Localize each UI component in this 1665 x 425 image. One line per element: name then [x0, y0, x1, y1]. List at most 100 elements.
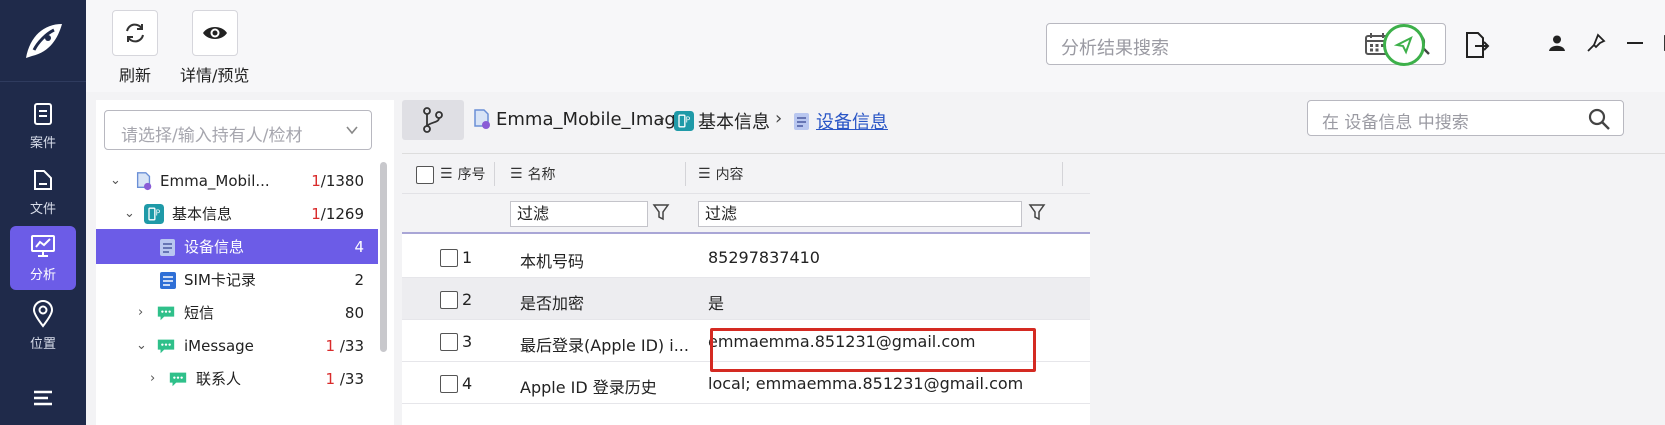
tree-item-emma-mobile[interactable]: ⌄ Emma_Mobil... 1/1380	[96, 163, 378, 198]
chevron-down-icon[interactable]: ⌄	[124, 206, 135, 221]
row-index: 3	[462, 332, 473, 351]
search-placeholder: 分析结果搜索	[1061, 38, 1169, 59]
list-icon	[34, 390, 52, 406]
device-info-icon	[160, 238, 175, 256]
chevron-down-icon	[346, 126, 358, 135]
phone-image-icon	[474, 109, 490, 129]
search-icon[interactable]	[1587, 107, 1611, 131]
filter-funnel-icon[interactable]	[652, 203, 670, 221]
column-divider[interactable]	[685, 162, 686, 186]
row-checkbox[interactable]	[440, 333, 458, 351]
refresh-button[interactable]: 刷新	[112, 10, 158, 86]
row-index: 1	[462, 248, 473, 267]
table-row[interactable]: 1 本机号码 85297837410	[402, 236, 1090, 278]
sim-card-icon	[160, 271, 176, 289]
basic-info-icon: P	[674, 111, 694, 131]
evidence-tree-panel: 请选择/输入持有人/检材 ⌄ Emma_Mobil... 1/1380 ⌄ P …	[96, 100, 394, 425]
export-icon[interactable]	[1463, 30, 1491, 60]
row-index: 4	[462, 374, 473, 393]
row-checkbox[interactable]	[440, 291, 458, 309]
nav-item-location[interactable]: 位置	[10, 294, 76, 358]
filter-funnel-icon[interactable]	[1028, 203, 1046, 221]
send-circle-button[interactable]	[1383, 24, 1425, 66]
name-filter-input[interactable]: 过滤	[510, 201, 648, 227]
tree-count: 4	[354, 237, 364, 256]
tree-item-contacts[interactable]: › 联系人 1 /33	[96, 361, 378, 396]
tree-count: 2	[354, 270, 364, 289]
tree-label: 基本信息	[172, 205, 233, 223]
chevron-down-icon[interactable]: ⌄	[110, 173, 121, 188]
tree-label: iMessage	[184, 336, 254, 355]
nav-item-more[interactable]	[10, 366, 76, 425]
nav-item-files[interactable]: 文件	[10, 160, 76, 224]
tree-item-sms[interactable]: › 短信 80	[96, 295, 378, 330]
nav-label: 分析	[29, 268, 56, 283]
row-name: Apple ID 登录历史	[520, 378, 657, 397]
column-menu-icon: ☰	[698, 166, 711, 182]
grid-empty-area	[1090, 154, 1665, 425]
column-header-content[interactable]: ☰ 内容	[698, 164, 744, 184]
column-header-index[interactable]: ☰ 序号	[440, 164, 486, 184]
column-divider[interactable]	[494, 162, 495, 186]
section-search-placeholder: 在 设备信息 中搜索	[1322, 113, 1469, 133]
row-name: 是否加密	[520, 294, 585, 313]
column-menu-icon: ☰	[440, 166, 453, 182]
tree-item-basic-info[interactable]: ⌄ P 基本信息 1/1269	[96, 196, 378, 231]
tree-item-imessage[interactable]: ⌄ iMessage 1 /33	[96, 328, 378, 363]
refresh-label: 刷新	[118, 66, 151, 85]
select-all-checkbox[interactable]	[416, 166, 434, 184]
grid-filter-row: 过滤 过滤	[402, 194, 1090, 234]
row-checkbox[interactable]	[440, 249, 458, 267]
nav-rail: 案件 文件 分析 位置	[0, 0, 86, 425]
nav-item-cases[interactable]: 案件	[10, 94, 76, 158]
tree-label: SIM卡记录	[184, 271, 256, 289]
nav-label: 位置	[29, 337, 56, 352]
tree-count: 80	[344, 303, 364, 322]
tree-count: 1 /33	[325, 369, 364, 388]
svg-text:P: P	[156, 208, 161, 217]
column-divider[interactable]	[1062, 162, 1063, 186]
breadcrumb-item-image[interactable]: Emma_Mobile_Image	[472, 108, 687, 130]
branch-toggle-button[interactable]	[402, 100, 464, 140]
breadcrumb: Emma_Mobile_Image › P 基本信息 › 设备信息 在 设备信息…	[402, 92, 1665, 140]
row-checkbox[interactable]	[440, 375, 458, 393]
clipboard-icon	[34, 103, 52, 125]
column-menu-icon: ☰	[510, 166, 523, 182]
details-preview-label: 详情/预览	[180, 66, 250, 85]
row-content: local; emmaemma.851231@gmail.com	[708, 374, 1024, 393]
chevron-right-icon[interactable]: ›	[150, 371, 155, 386]
pin-icon[interactable]	[1586, 33, 1606, 53]
details-preview-button[interactable]: 详情/预览	[180, 10, 249, 86]
content-filter-input[interactable]: 过滤	[698, 201, 1022, 227]
holder-select-combo[interactable]: 请选择/输入持有人/检材	[104, 110, 372, 150]
breadcrumb-item-device-info[interactable]: 设备信息	[792, 108, 888, 134]
file-icon	[34, 170, 52, 190]
tree-label: Emma_Mobil...	[160, 171, 270, 190]
combo-placeholder: 请选择/输入持有人/检材	[121, 126, 303, 146]
section-search-input[interactable]: 在 设备信息 中搜索	[1307, 100, 1624, 136]
tree-item-device-info[interactable]: 设备信息 4	[96, 229, 378, 264]
top-toolbar: 刷新 详情/预览 分析结果搜索	[86, 0, 1665, 92]
row-content: 85297837410	[708, 248, 820, 267]
nav-item-analysis[interactable]: 分析	[10, 226, 76, 290]
eye-icon	[202, 27, 227, 39]
chevron-down-icon[interactable]: ⌄	[136, 338, 147, 353]
app-window: 案件 文件 分析 位置 刷新 详情/预览 分析结果搜索 请选择/输入持有人/检材…	[0, 0, 1665, 425]
minimize-icon[interactable]	[1626, 41, 1644, 45]
tree-label: 短信	[184, 304, 215, 322]
monitor-chart-icon	[31, 235, 55, 257]
tree-scrollbar[interactable]	[380, 162, 387, 352]
refresh-icon	[126, 23, 144, 43]
breadcrumb-item-basic-info[interactable]: P 基本信息	[674, 108, 770, 134]
user-icon[interactable]	[1548, 34, 1566, 52]
tree-item-sim-records[interactable]: SIM卡记录 2	[96, 262, 378, 297]
table-row[interactable]: 2 是否加密 是	[402, 278, 1090, 320]
results-grid: ☰序号 ☰名称 ☰内容 过滤 过滤 1 本机号码 85297837410	[402, 153, 1665, 425]
window-controls	[1548, 33, 1665, 53]
breadcrumb-separator: ›	[775, 108, 783, 129]
chevron-right-icon[interactable]: ›	[138, 305, 143, 320]
paper-plane-icon	[1394, 35, 1413, 55]
column-header-name[interactable]: ☰ 名称	[510, 164, 556, 184]
row-name: 本机号码	[520, 252, 585, 271]
row-index: 2	[462, 290, 473, 309]
